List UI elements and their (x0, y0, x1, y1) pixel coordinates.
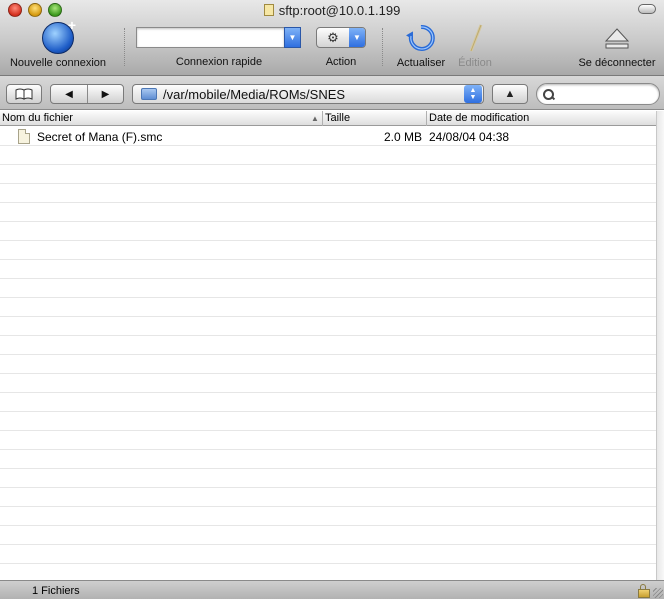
empty-row (0, 469, 656, 488)
column-header-size[interactable]: Taille (322, 111, 426, 126)
eject-icon (601, 22, 633, 54)
action-menu: ⚙ ▼ Action (314, 22, 368, 68)
path-popup[interactable]: /var/mobile/Media/ROMs/SNES ▲ ▼ (132, 84, 484, 104)
parent-folder-button[interactable]: ▲ (492, 84, 528, 104)
action-label: Action (325, 56, 357, 68)
empty-row (0, 355, 656, 374)
file-date: 24/08/04 04:38 (429, 130, 510, 144)
empty-row (0, 260, 656, 279)
empty-row (0, 165, 656, 184)
search-input[interactable] (558, 88, 659, 100)
sort-ascending-icon: ▲ (311, 114, 319, 123)
document-icon (18, 129, 30, 144)
edit-button[interactable]: Édition (452, 22, 498, 69)
pencil-icon (459, 22, 491, 54)
vertical-scrollbar[interactable] (656, 111, 664, 580)
empty-row (0, 488, 656, 507)
empty-row (0, 184, 656, 203)
up-arrow-icon: ▲ (504, 88, 516, 100)
globe-plus-icon (42, 17, 76, 54)
chevron-down-icon: ▼ (349, 28, 365, 47)
refresh-icon (405, 22, 437, 54)
quick-connect-combo: ▼ (136, 27, 302, 48)
quick-connect-label: Connexion rapide (175, 56, 263, 68)
quick-connect-input[interactable] (136, 27, 284, 48)
toolbar-separator (382, 28, 383, 66)
new-connection-label: Nouvelle connexion (9, 57, 106, 69)
column-date-label: Date de modification (429, 112, 530, 124)
column-size-label: Taille (325, 112, 351, 124)
quick-connect-dropdown-button[interactable]: ▼ (284, 27, 301, 48)
history-buttons: ◀ ▶ (50, 84, 124, 104)
disconnect-button[interactable]: Se déconnecter (574, 22, 660, 69)
window-toolbar: sftp:root@10.0.1.199 Nouvelle connexion … (0, 0, 664, 76)
lock-icon (638, 584, 650, 598)
navigation-bar: ◀ ▶ /var/mobile/Media/ROMs/SNES ▲ ▼ ▲ (0, 76, 664, 110)
file-list[interactable]: Secret of Mana (F).smc 2.0 MB 24/08/04 0… (0, 127, 656, 580)
toolbar-toggle-button[interactable] (638, 4, 656, 14)
disconnect-label: Se déconnecter (578, 57, 656, 69)
empty-row (0, 526, 656, 545)
new-connection-button[interactable]: Nouvelle connexion (4, 17, 112, 69)
folder-icon (141, 88, 157, 100)
empty-row (0, 241, 656, 260)
file-name-cell: Secret of Mana (F).smc (18, 129, 162, 144)
status-text: 1 Fichiers (32, 585, 80, 597)
window-title: sftp:root@10.0.1.199 (0, 3, 664, 18)
empty-row (0, 507, 656, 526)
empty-rows (0, 146, 656, 580)
book-icon (15, 88, 33, 100)
toolbar-separator (124, 28, 125, 66)
path-text: /var/mobile/Media/ROMs/SNES (163, 86, 346, 102)
empty-row (0, 317, 656, 336)
empty-row (0, 545, 656, 564)
search-field (536, 83, 660, 105)
resize-grip[interactable] (653, 588, 663, 598)
column-header-name[interactable]: Nom du fichier (0, 111, 322, 126)
empty-row (0, 336, 656, 355)
document-proxy-icon[interactable] (263, 4, 274, 16)
forward-button[interactable]: ▶ (87, 85, 123, 103)
gear-icon: ⚙ (327, 29, 339, 45)
column-header-date[interactable]: Date de modification (426, 111, 656, 126)
empty-row (0, 412, 656, 431)
file-name: Secret of Mana (F).smc (37, 129, 163, 144)
empty-row (0, 450, 656, 469)
search-icon (543, 88, 554, 100)
column-name-label: Nom du fichier (2, 112, 73, 124)
edit-label: Édition (458, 57, 492, 69)
empty-row (0, 146, 656, 165)
chevron-down-icon: ▼ (288, 33, 297, 42)
empty-row (0, 431, 656, 450)
file-row[interactable]: Secret of Mana (F).smc 2.0 MB 24/08/04 0… (0, 127, 656, 146)
updown-arrows-icon: ▲ ▼ (464, 85, 482, 103)
empty-row (0, 279, 656, 298)
empty-row (0, 203, 656, 222)
empty-row (0, 374, 656, 393)
bookmarks-button[interactable] (6, 84, 42, 104)
file-size: 2.0 MB (383, 130, 422, 144)
action-menu-button[interactable]: ⚙ ▼ (316, 27, 366, 48)
refresh-button[interactable]: Actualiser (392, 22, 450, 69)
back-button[interactable]: ◀ (51, 85, 87, 103)
quick-connect: ▼ Connexion rapide (136, 22, 302, 68)
empty-row (0, 222, 656, 241)
column-headers: Nom du fichier ▲ Taille Date de modifica… (0, 111, 664, 126)
empty-row (0, 298, 656, 317)
empty-row (0, 393, 656, 412)
window-title-text: sftp:root@10.0.1.199 (278, 3, 401, 18)
refresh-label: Actualiser (396, 57, 446, 69)
empty-row (0, 564, 656, 580)
status-bar: 1 Fichiers (0, 580, 664, 599)
